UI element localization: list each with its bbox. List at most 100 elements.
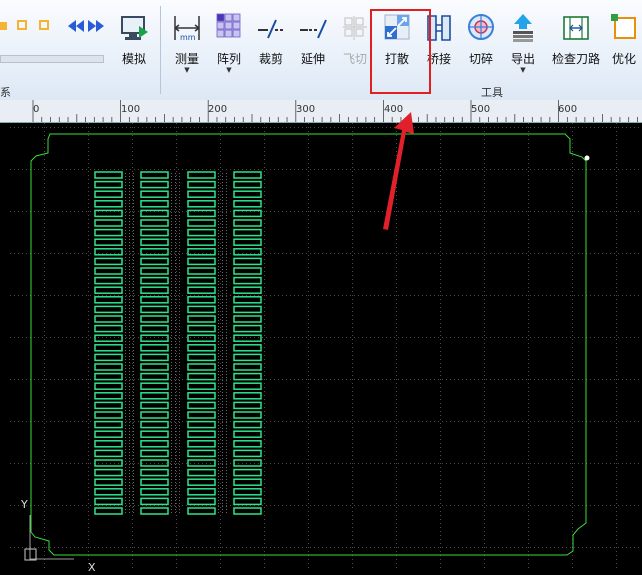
nested-part[interactable] (233, 267, 262, 275)
nested-part[interactable] (140, 305, 169, 314)
nested-part[interactable] (140, 238, 169, 246)
nested-part[interactable] (187, 190, 216, 198)
nested-part[interactable] (140, 411, 169, 419)
nested-part[interactable] (94, 209, 123, 218)
nested-part[interactable] (140, 497, 169, 506)
nested-part[interactable] (187, 420, 216, 429)
nested-part[interactable] (140, 382, 169, 390)
nested-part[interactable] (94, 468, 123, 477)
nested-part[interactable] (94, 497, 123, 506)
export-button[interactable]: 导出 ▼ (501, 12, 545, 76)
drawing-canvas[interactable]: Y X (0, 123, 642, 574)
export-dropdown-icon[interactable]: ▼ (501, 67, 545, 74)
nested-part[interactable] (233, 180, 262, 189)
nested-part[interactable] (94, 363, 123, 371)
shatter-button[interactable]: 切碎 (459, 12, 503, 76)
nested-part[interactable] (233, 507, 262, 515)
nested-part[interactable] (187, 315, 216, 323)
nested-part[interactable] (94, 440, 123, 448)
nested-part[interactable] (233, 238, 262, 246)
nested-part[interactable] (187, 228, 216, 237)
nested-part[interactable] (140, 200, 169, 208)
nested-part[interactable] (233, 420, 262, 429)
nested-part[interactable] (94, 286, 123, 294)
nested-part[interactable] (140, 449, 169, 458)
nested-part[interactable] (187, 449, 216, 458)
array-dropdown-icon[interactable]: ▼ (207, 67, 251, 74)
nested-part[interactable] (187, 353, 216, 362)
nested-part[interactable] (233, 401, 262, 410)
nested-part[interactable] (140, 190, 169, 198)
nested-part[interactable] (94, 420, 123, 429)
nested-part[interactable] (94, 324, 123, 333)
nested-part[interactable] (94, 344, 123, 352)
nested-part[interactable] (233, 276, 262, 285)
nested-part[interactable] (233, 286, 262, 294)
measure-button[interactable]: mm 测量 ▼ (165, 12, 209, 76)
nested-part[interactable] (187, 468, 216, 477)
nested-part[interactable] (233, 478, 262, 486)
nested-part[interactable] (140, 392, 169, 400)
nested-part[interactable] (233, 392, 262, 400)
nested-part[interactable] (187, 219, 216, 227)
nested-part[interactable] (187, 411, 216, 419)
nested-part[interactable] (187, 497, 216, 506)
nested-part[interactable] (187, 238, 216, 246)
nested-part[interactable] (94, 372, 123, 381)
nested-part[interactable] (187, 200, 216, 208)
nested-part[interactable] (94, 190, 123, 198)
nested-part[interactable] (187, 286, 216, 294)
nested-part[interactable] (140, 430, 169, 438)
nested-part[interactable] (140, 334, 169, 342)
nested-part[interactable] (140, 372, 169, 381)
nested-part[interactable] (94, 507, 123, 515)
nested-part[interactable] (140, 344, 169, 352)
nested-part[interactable] (140, 468, 169, 477)
nested-part[interactable] (94, 200, 123, 208)
nested-part[interactable] (233, 353, 262, 362)
optimize-button[interactable]: 优化 (606, 12, 642, 76)
nested-part[interactable] (187, 334, 216, 342)
nested-part[interactable] (94, 392, 123, 400)
nested-part[interactable] (94, 315, 123, 323)
nested-part[interactable] (187, 440, 216, 448)
nested-part[interactable] (187, 344, 216, 352)
nested-part[interactable] (233, 430, 262, 438)
nested-part[interactable] (233, 190, 262, 198)
nested-part[interactable] (94, 276, 123, 285)
nested-part[interactable] (140, 286, 169, 294)
nested-part[interactable] (140, 440, 169, 448)
slider-track[interactable] (0, 55, 104, 63)
nested-part[interactable] (140, 507, 169, 515)
nested-part[interactable] (140, 296, 169, 304)
nested-part[interactable] (187, 392, 216, 400)
nested-part[interactable] (140, 363, 169, 371)
nested-part[interactable] (187, 324, 216, 333)
nested-part[interactable] (140, 315, 169, 323)
nested-part[interactable] (94, 248, 123, 256)
nested-part[interactable] (94, 257, 123, 266)
nested-part[interactable] (233, 411, 262, 419)
nested-part[interactable] (187, 171, 216, 179)
nested-part[interactable] (187, 363, 216, 371)
nested-part[interactable] (233, 468, 262, 477)
nested-part[interactable] (140, 228, 169, 237)
nested-part[interactable] (233, 488, 262, 496)
nested-part[interactable] (187, 257, 216, 266)
nested-part[interactable] (187, 296, 216, 304)
nested-part[interactable] (233, 449, 262, 458)
nested-part[interactable] (187, 478, 216, 486)
nested-part[interactable] (94, 228, 123, 237)
nested-part[interactable] (140, 171, 169, 179)
nested-part[interactable] (94, 382, 123, 390)
nested-part[interactable] (233, 363, 262, 371)
nested-part[interactable] (94, 488, 123, 496)
nested-part[interactable] (187, 401, 216, 410)
nested-part[interactable] (140, 353, 169, 362)
nested-part[interactable] (233, 305, 262, 314)
nested-part[interactable] (233, 497, 262, 506)
nested-part[interactable] (187, 180, 216, 189)
nested-part[interactable] (140, 219, 169, 227)
nested-part[interactable] (94, 353, 123, 362)
measure-dropdown-icon[interactable]: ▼ (165, 67, 209, 74)
